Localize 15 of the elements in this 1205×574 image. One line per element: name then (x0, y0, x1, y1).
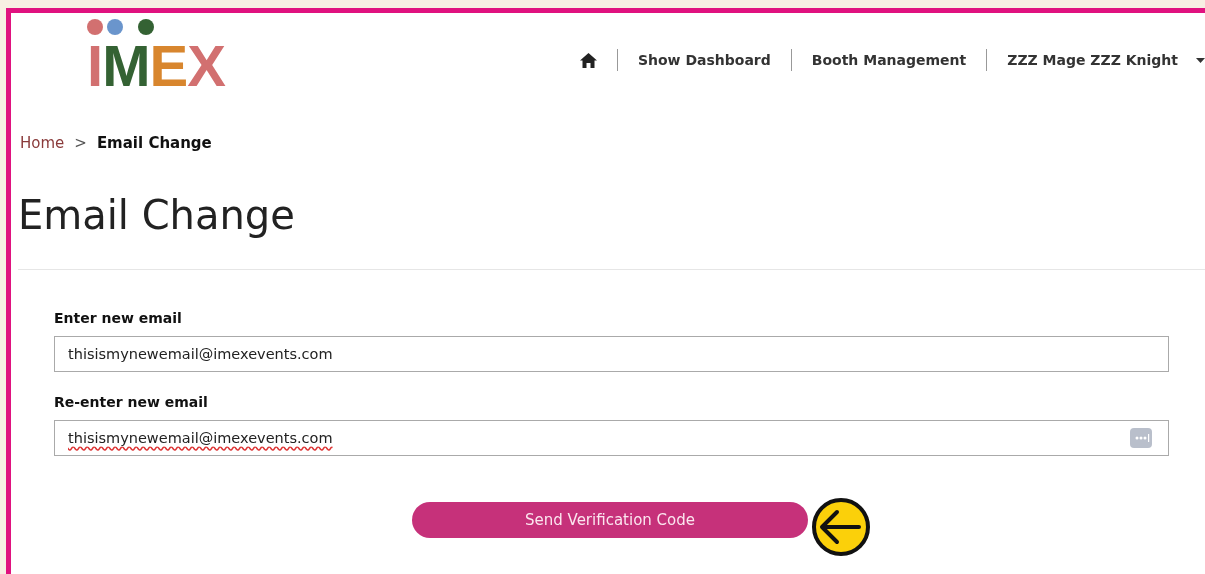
caret-icon (1196, 57, 1205, 63)
send-verification-button[interactable]: Send Verification Code (412, 501, 808, 538)
user-menu[interactable]: ZZZ Mage ZZZ Knight (1007, 52, 1205, 68)
field-label: Re-enter new email (54, 394, 209, 410)
current-page-label: Email Change (96, 134, 212, 152)
field-label: Enter new email (54, 310, 183, 326)
input-field[interactable]: thisismynewemail@imexevents.com (54, 336, 1169, 372)
home-icon[interactable] (579, 52, 597, 68)
logo[interactable]: IMEX (87, 18, 225, 90)
nav-link[interactable]: Booth Management (811, 52, 967, 68)
page-title: Email Change (18, 191, 296, 240)
breadcrumb-link[interactable]: Home (20, 134, 65, 152)
breadcrumb-separator: > (74, 134, 87, 152)
nav-link[interactable]: Show Dashboard (637, 52, 771, 68)
input-field[interactable]: thisismynewemail@imexevents.com (54, 420, 1169, 456)
